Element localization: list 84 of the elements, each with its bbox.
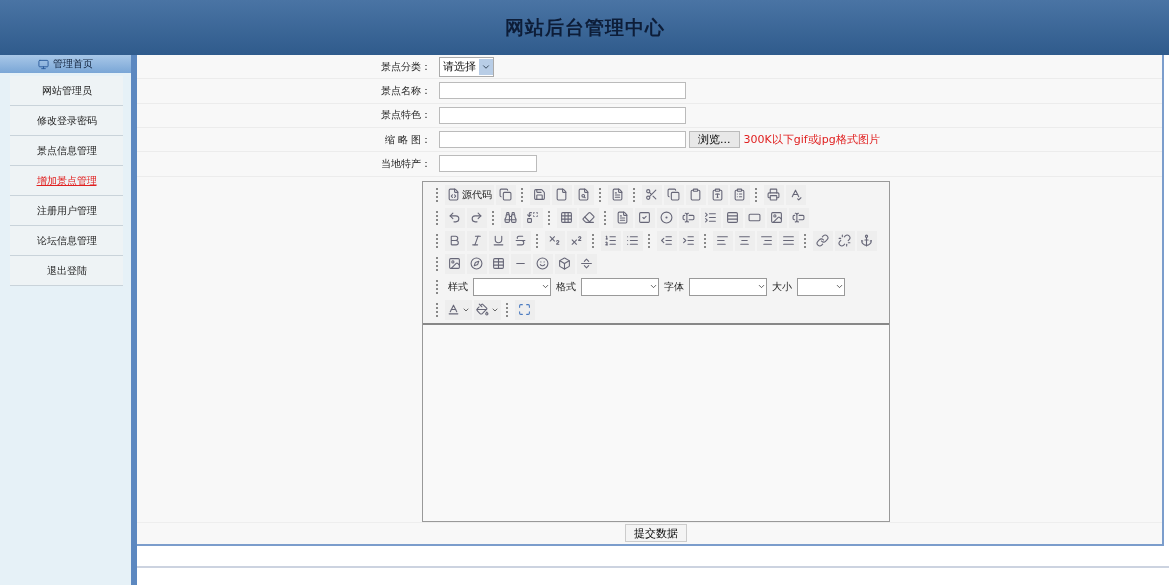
form-icon[interactable] — [612, 207, 633, 228]
hidden-field-icon[interactable] — [788, 207, 809, 228]
dropdown-field[interactable] — [688, 277, 767, 296]
undo-icon[interactable] — [444, 207, 465, 228]
align-right-icon[interactable] — [756, 230, 777, 251]
text-field-icon[interactable] — [678, 207, 699, 228]
bold-icon[interactable] — [444, 230, 465, 251]
paste-word-icon[interactable] — [729, 184, 750, 205]
page-break-icon[interactable] — [576, 253, 597, 274]
sidebar-link[interactable]: 论坛信息管理 — [10, 226, 123, 256]
image-icon[interactable] — [444, 253, 465, 274]
select-field-icon[interactable] — [722, 207, 743, 228]
paste-icon[interactable] — [685, 184, 706, 205]
save-icon[interactable] — [529, 184, 550, 205]
dropdown-label: 样式 — [447, 279, 468, 294]
unlink-icon[interactable] — [834, 230, 855, 251]
eraser-icon[interactable] — [578, 207, 599, 228]
paste-text-icon[interactable] — [707, 184, 728, 205]
redo-icon[interactable] — [466, 207, 487, 228]
dropdown-field[interactable] — [472, 277, 551, 296]
field-label: 当地特产： — [380, 156, 432, 171]
field-label: 缩 略 图： — [383, 132, 432, 147]
sidebar-link[interactable]: 网站管理员 — [10, 76, 123, 106]
dropdown-field[interactable] — [796, 277, 845, 296]
bullet-list-icon[interactable] — [622, 230, 643, 251]
file-field[interactable] — [439, 131, 686, 149]
source-code-button[interactable]: 源代码 — [444, 184, 494, 205]
button-field-icon[interactable] — [744, 207, 765, 228]
input-field[interactable] — [439, 82, 686, 100]
superscript-icon[interactable] — [566, 230, 587, 251]
site-title: 网站后台管理中心 — [504, 14, 665, 40]
template-icon[interactable] — [607, 184, 628, 205]
copy-icon[interactable] — [663, 184, 684, 205]
dropdown-label: 字体 — [663, 279, 684, 294]
image-button-icon[interactable] — [766, 207, 787, 228]
cut-icon[interactable] — [641, 184, 662, 205]
input-field[interactable] — [439, 155, 537, 173]
field-label: 景点特色： — [380, 108, 432, 123]
underline-icon[interactable] — [488, 230, 509, 251]
strikethrough-icon[interactable] — [510, 230, 531, 251]
bg-color-icon[interactable] — [473, 299, 501, 320]
outdent-icon[interactable] — [656, 230, 677, 251]
checkbox-icon[interactable] — [634, 207, 655, 228]
numbered-list-icon[interactable] — [600, 230, 621, 251]
dropdown-field[interactable] — [580, 277, 659, 296]
sidebar-link[interactable]: 修改登录密码 — [10, 106, 123, 136]
dropdown-label: 格式 — [555, 279, 576, 294]
hint-text: 300K以下gif或jpg格式图片 — [743, 132, 880, 148]
align-center-icon[interactable] — [734, 230, 755, 251]
field-label: 景点名称： — [380, 84, 432, 98]
print-icon[interactable] — [763, 184, 784, 205]
sidebar-title: 管理首页 — [53, 57, 93, 71]
link-icon[interactable] — [812, 230, 833, 251]
radio-icon[interactable] — [656, 207, 677, 228]
special-char-icon[interactable] — [554, 253, 575, 274]
sidebar-link[interactable]: 景点信息管理 — [10, 136, 123, 166]
copy-icon[interactable] — [495, 184, 516, 205]
browse-button[interactable]: 浏览... — [689, 131, 740, 149]
new-page-icon[interactable] — [551, 184, 572, 205]
sidebar-link[interactable]: 注册用户管理 — [10, 196, 123, 226]
subscript-icon[interactable] — [544, 230, 565, 251]
replace-icon[interactable] — [522, 207, 543, 228]
spellcheck-icon[interactable] — [785, 184, 806, 205]
maximize-icon[interactable] — [514, 299, 535, 320]
anchor-icon[interactable] — [856, 230, 877, 251]
indent-icon[interactable] — [678, 230, 699, 251]
table-icon[interactable] — [488, 253, 509, 274]
sidebar-link[interactable]: 增加景点管理 — [10, 166, 123, 196]
justify-icon[interactable] — [778, 230, 799, 251]
select-all-icon[interactable] — [556, 207, 577, 228]
smiley-icon[interactable] — [532, 253, 553, 274]
sidebar-link[interactable]: 退出登陆 — [10, 256, 123, 286]
dropdown-label: 大小 — [771, 279, 792, 294]
text-color-icon[interactable] — [444, 299, 472, 320]
align-left-icon[interactable] — [712, 230, 733, 251]
italic-icon[interactable] — [466, 230, 487, 251]
submit-button[interactable]: 提交数据 — [624, 524, 687, 543]
find-icon[interactable] — [500, 207, 521, 228]
category-select[interactable]: 请选择 — [439, 56, 494, 77]
input-field[interactable] — [439, 106, 686, 124]
preview-icon[interactable] — [573, 184, 594, 205]
field-label: 景点分类： — [380, 59, 432, 74]
monitor-icon — [38, 58, 49, 70]
code-icon — [446, 188, 460, 202]
